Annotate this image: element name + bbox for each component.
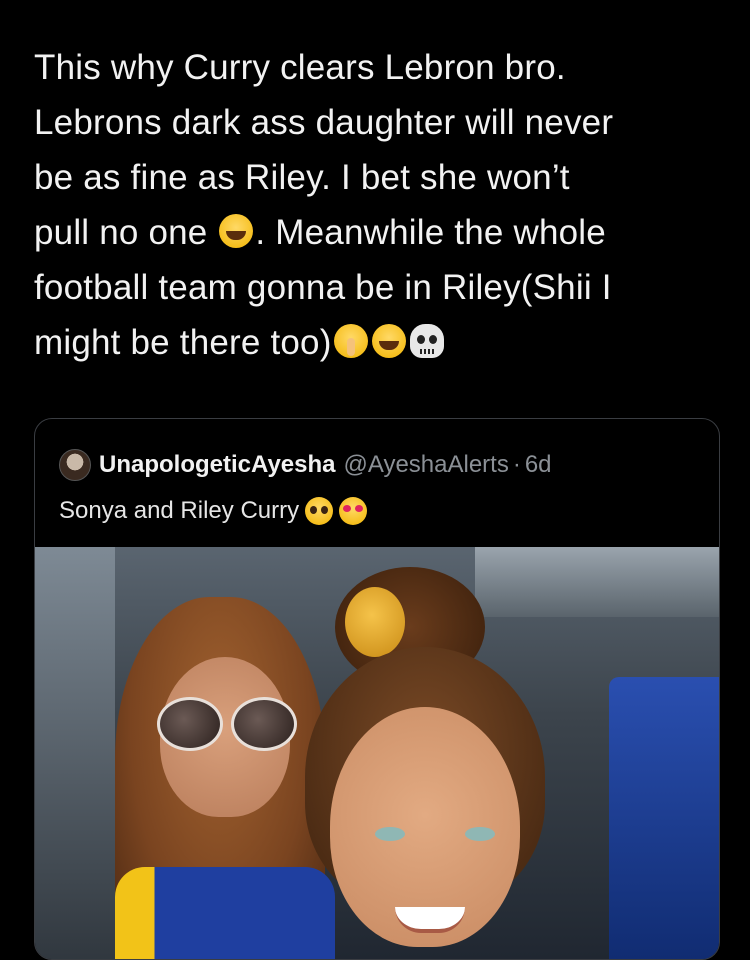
tweet-line-4-start: pull no one (34, 213, 208, 252)
face-with-tears-of-joy-icon (219, 214, 254, 248)
pleading-face-icon (305, 497, 334, 525)
tweet-line-6-text: might be there too) (34, 323, 332, 362)
bus-window (35, 547, 115, 959)
avatar[interactable] (59, 449, 91, 481)
face-with-tears-of-joy-icon (371, 324, 406, 358)
sunglasses (157, 697, 297, 751)
quoted-tweet-photo[interactable] (35, 547, 719, 959)
tweet-line-1: This why Curry clears Lebron bro. (34, 48, 566, 87)
tweet-line-2: Lebrons dark ass daughter will never (34, 103, 614, 142)
quoted-tweet-text: Sonya and Riley Curry (59, 497, 300, 524)
eye-left (375, 827, 405, 841)
bus-seat (609, 677, 719, 959)
tweet-line-5: football team gonna be in Riley(Shii I (34, 268, 612, 307)
quoted-tweet-text-row: Sonya and Riley Curry (59, 497, 368, 525)
heart-eyes-icon (339, 497, 368, 525)
quoted-tweet-header: UnapologeticAyesha @AyeshaAlerts · 6d (59, 449, 552, 481)
shushing-face-icon (333, 324, 368, 358)
quoted-tweet-timestamp[interactable]: 6d (525, 451, 552, 479)
tweet-text: This why Curry clears Lebron bro. Lebron… (34, 40, 724, 370)
skull-icon (409, 324, 444, 358)
tweet-line-4-end: . Meanwhile the whole (255, 213, 606, 252)
quoted-tweet-card[interactable]: UnapologeticAyesha @AyeshaAlerts · 6d So… (34, 418, 720, 960)
person-right (295, 567, 575, 959)
quoted-tweet-display-name[interactable]: UnapologeticAyesha (99, 451, 336, 479)
tweet-line-4: pull no one . Meanwhile the whole (34, 205, 724, 260)
eye-right (465, 827, 495, 841)
separator-dot: · (512, 451, 521, 478)
hair-bow (345, 587, 405, 657)
tweet-line-6: might be there too) (34, 315, 724, 370)
quoted-tweet-handle[interactable]: @AyeshaAlerts (344, 451, 509, 479)
tweet-line-3: be as fine as Riley. I bet she won’t (34, 158, 570, 197)
